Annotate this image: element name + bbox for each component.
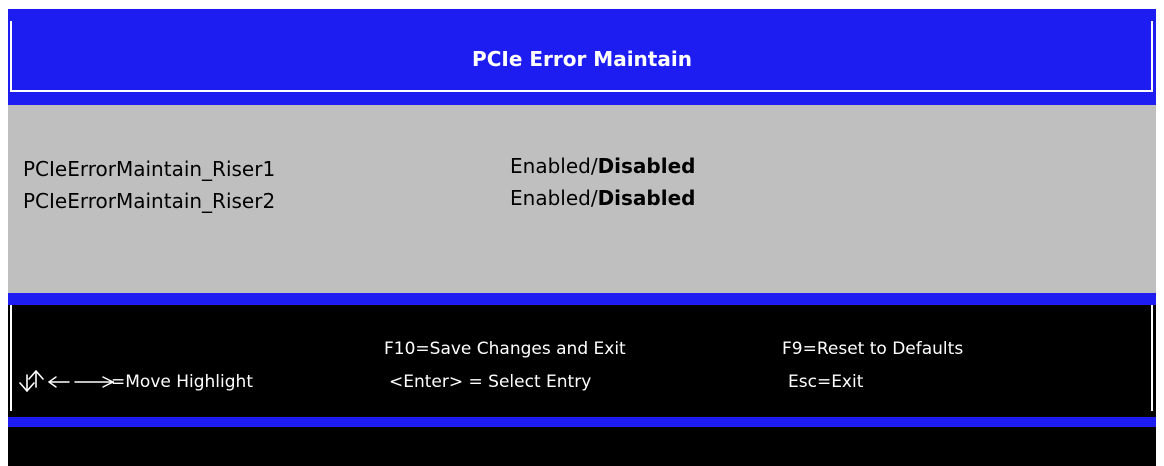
arrow-keys-icon xyxy=(19,370,114,392)
move-highlight-hint: =Move Highlight xyxy=(111,372,253,392)
save-exit-hint: F10=Save Changes and Exit xyxy=(384,339,626,359)
option-disabled: Disabled xyxy=(597,186,696,210)
bottom-bar xyxy=(8,427,1156,466)
bios-screen: PCIe Error Maintain PCIeErrorMaintain_Ri… xyxy=(8,9,1156,466)
page-title: PCIe Error Maintain xyxy=(472,47,692,71)
setting-options-riser1[interactable]: Enabled/Disabled xyxy=(510,151,695,181)
option-enabled: Enabled/ xyxy=(510,154,598,178)
option-enabled: Enabled/ xyxy=(510,186,598,210)
reset-defaults-hint: F9=Reset to Defaults xyxy=(782,339,964,359)
setting-options-riser2[interactable]: Enabled/Disabled xyxy=(510,183,695,213)
setting-row-riser1[interactable]: PCIeErrorMaintain_Riser1 Enabled/Disable… xyxy=(8,154,1156,184)
option-disabled: Disabled xyxy=(597,154,696,178)
select-entry-hint: <Enter> = Select Entry xyxy=(389,372,592,392)
down-arrow-icon xyxy=(19,374,35,392)
separator-top xyxy=(8,293,1156,305)
esc-exit-hint: Esc=Exit xyxy=(788,372,864,392)
key-help-footer: F10=Save Changes and Exit F9=Reset to De… xyxy=(8,305,1156,417)
setting-row-riser2[interactable]: PCIeErrorMaintain_Riser2 Enabled/Disable… xyxy=(8,186,1156,216)
setting-label-riser2: PCIeErrorMaintain_Riser2 xyxy=(23,189,276,213)
setting-label-riser1: PCIeErrorMaintain_Riser1 xyxy=(23,157,276,181)
settings-panel: PCIeErrorMaintain_Riser1 Enabled/Disable… xyxy=(8,105,1156,293)
title-bar: PCIe Error Maintain xyxy=(8,9,1156,105)
left-arrow-icon xyxy=(48,376,70,388)
up-arrow-icon xyxy=(28,370,44,388)
separator-bottom xyxy=(8,417,1156,427)
right-arrow-icon xyxy=(74,376,114,388)
